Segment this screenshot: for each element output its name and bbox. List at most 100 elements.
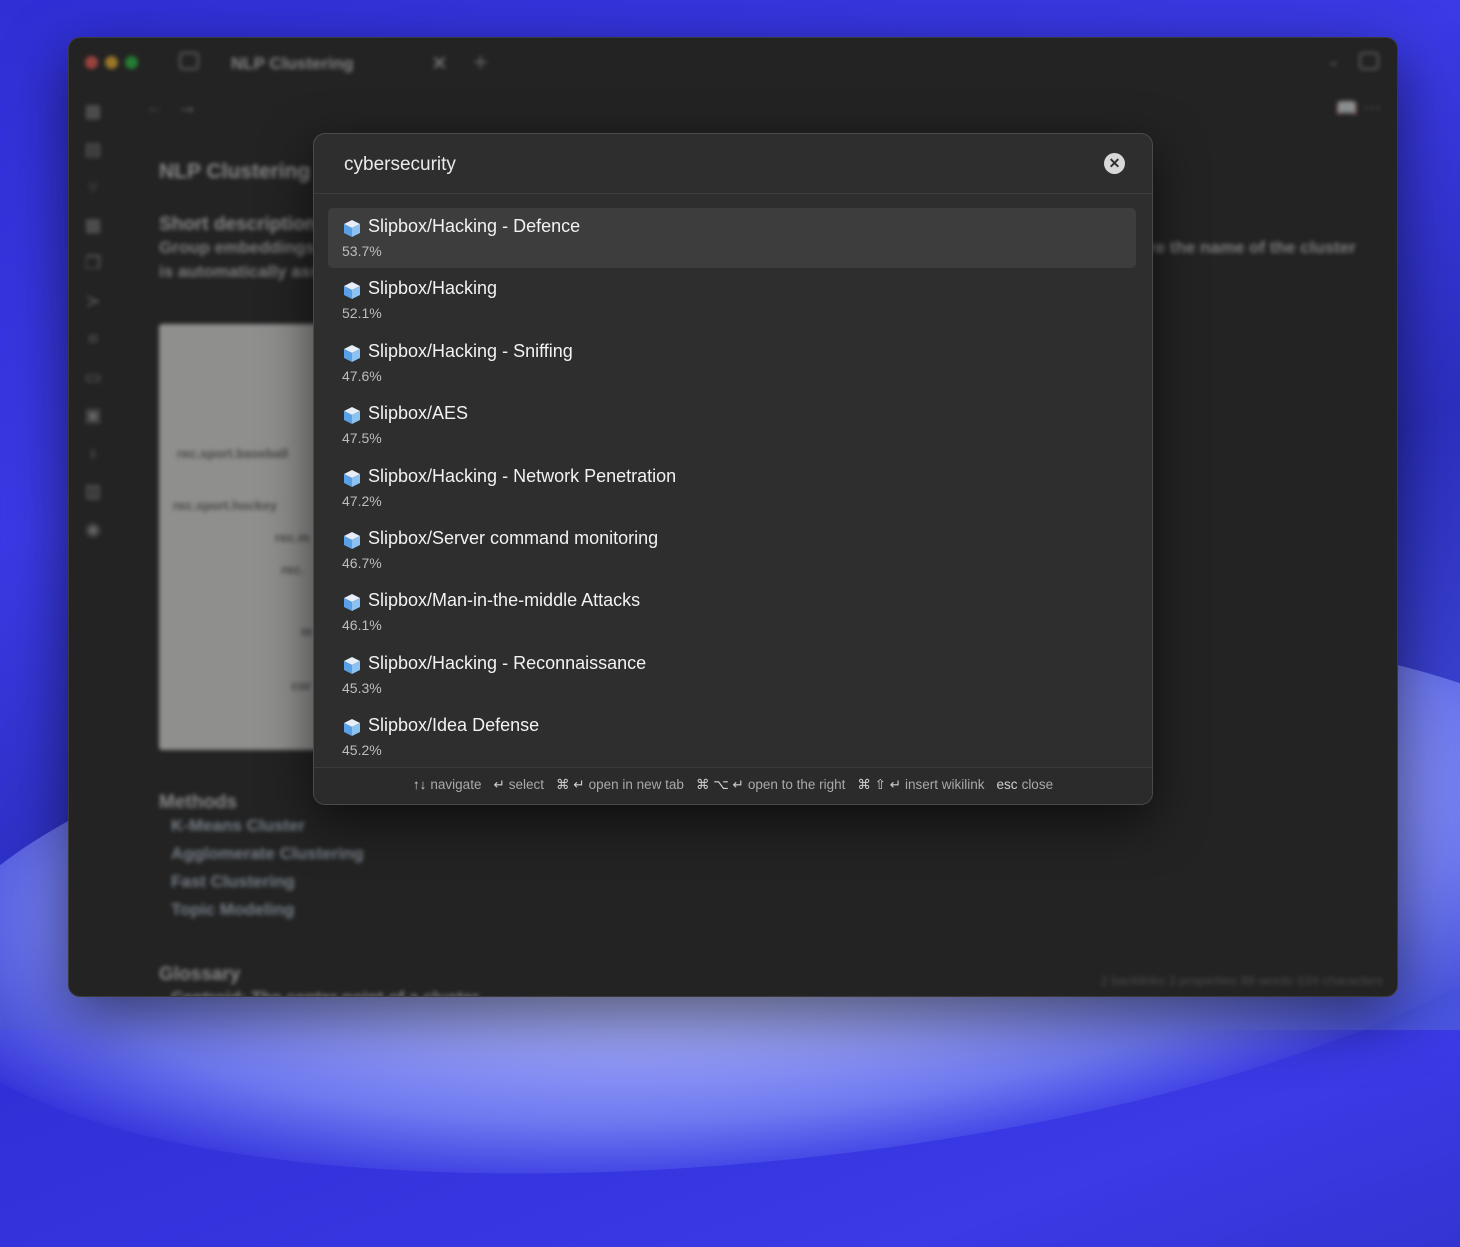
hint-keys: ⌘ ⇧ ↵: [857, 777, 902, 792]
graph-icon[interactable]: ⑂: [83, 178, 103, 196]
cube-icon: [344, 344, 360, 362]
result-score: 47.6%: [342, 367, 382, 384]
close-circle-icon[interactable]: ✕: [1104, 153, 1125, 174]
reading-view-icon[interactable]: 📖 ⋯: [1336, 98, 1381, 119]
methods-link[interactable]: Agglomerate Clustering: [171, 844, 364, 864]
status-bar: 2 backlinks 3 properties 88 words 634 ch…: [1100, 973, 1383, 988]
cube-icon: [344, 719, 360, 737]
plot-label: m: [301, 624, 313, 639]
search-bar: ✕: [314, 134, 1152, 194]
search-result-item[interactable]: Slipbox/Idea Defense 45.2%: [328, 707, 1136, 767]
tab-close-icon[interactable]: ✕: [431, 51, 448, 76]
chevron-down-icon[interactable]: ⌄: [1326, 50, 1341, 71]
search-result-item[interactable]: Slipbox/AES 47.5%: [328, 395, 1136, 455]
title-bar: NLP Clustering ✕ + ⌄: [69, 38, 1397, 88]
close-window-button[interactable]: [85, 56, 98, 69]
microphone-icon[interactable]: ♁: [83, 444, 103, 462]
keyboard-hint: ⌘ ⌥ ↵ open to the right: [696, 777, 845, 793]
result-title: Slipbox/AES: [368, 403, 469, 424]
result-score: 52.1%: [342, 305, 382, 322]
plot-label: rec.m: [275, 530, 310, 545]
cube-icon: [344, 220, 360, 237]
heading-methods: Methods: [159, 792, 238, 813]
hint-label: close: [1021, 777, 1054, 792]
result-score: 47.2%: [342, 492, 382, 509]
search-result-item[interactable]: Slipbox/Hacking - Reconnaissance 45.3%: [328, 645, 1136, 705]
search-result-item[interactable]: Slipbox/Hacking - Defence 53.7%: [328, 208, 1136, 268]
search-result-item[interactable]: Slipbox/Server command monitoring 46.7%: [328, 520, 1136, 580]
heading-glossary: Glossary: [159, 964, 241, 985]
calendar-icon[interactable]: ▭: [83, 368, 103, 386]
keyboard-hint: ↵ select: [493, 777, 544, 793]
search-result-item[interactable]: Slipbox/Man-in-the-middle Attacks 46.1%: [328, 582, 1136, 642]
keyboard-hint: ⌘ ⇧ ↵ insert wikilink: [857, 777, 984, 793]
plot-label: cor: [291, 678, 312, 693]
result-title: Slipbox/Server command monitoring: [368, 527, 659, 548]
methods-link[interactable]: Fast Clustering: [171, 872, 295, 892]
copy-icon[interactable]: ❐: [83, 254, 103, 272]
result-score: 45.2%: [342, 742, 382, 759]
plot-label: rec.sport.hockey: [173, 498, 278, 513]
hint-label: insert wikilink: [905, 777, 985, 792]
plot-label: rec.sport.baseball: [177, 446, 289, 461]
result-score: 45.3%: [342, 679, 382, 696]
result-score: 47.5%: [342, 430, 382, 447]
hint-keys: ↵: [493, 777, 505, 792]
layout-icon[interactable]: ▥: [83, 482, 103, 500]
template-icon[interactable]: ⌗: [83, 330, 103, 348]
zoom-window-button[interactable]: [125, 56, 138, 69]
switcher-icon[interactable]: ▦: [83, 102, 103, 120]
hint-keys: ⌘ ⌥ ↵: [695, 777, 744, 792]
forward-arrow-icon[interactable]: →: [177, 96, 197, 119]
results-list: Slipbox/Hacking - Defence 53.7% Slipbox/Ha…: [328, 208, 1136, 770]
result-score: 46.1%: [342, 617, 382, 634]
back-arrow-icon[interactable]: ←: [145, 96, 165, 119]
search-result-item[interactable]: Slipbox/Hacking - Network Penetration 47.…: [328, 458, 1136, 518]
methods-link[interactable]: Topic Modeling: [171, 900, 294, 920]
left-ribbon: ▦ ▤ ⑂ ▦ ❐ ≻ ⌗ ▭ ▣ ♁ ▥ ◉: [69, 88, 117, 548]
keyboard-hint: ↑↓ navigate: [413, 777, 482, 792]
keyboard-hint: esc close: [997, 777, 1054, 792]
hint-label: open to the right: [747, 777, 846, 792]
cube-icon: [344, 282, 360, 300]
new-tab-icon[interactable]: +: [473, 47, 488, 78]
file-icon[interactable]: ▤: [83, 140, 103, 158]
paragraph-line-2: is automatically assi: [159, 262, 325, 281]
canvas-icon[interactable]: ▦: [83, 216, 103, 234]
sidebar-toggle-icon[interactable]: [179, 52, 199, 70]
plot-label: rec.: [281, 562, 305, 577]
note-title: NLP Clustering: [159, 160, 311, 183]
search-result-item[interactable]: Slipbox/Hacking - Sniffing 47.6%: [328, 333, 1136, 393]
paragraph-line-1-right: re the name of the cluster: [1149, 238, 1356, 257]
cube-icon: [344, 531, 360, 549]
paragraph-line-1: Group embeddings: [159, 238, 315, 257]
hint-keys: ⌘ ↵: [556, 777, 585, 792]
tab-title[interactable]: NLP Clustering: [231, 54, 353, 74]
hint-label: navigate: [430, 777, 482, 792]
methods-link[interactable]: K-Means Cluster: [171, 816, 305, 836]
hint-keys: esc: [996, 777, 1018, 792]
cube-icon: [344, 656, 360, 674]
result-title: Slipbox/Hacking - Defence: [368, 216, 581, 236]
search-result-item[interactable]: Slipbox/Hacking 52.1%: [328, 270, 1136, 330]
minimize-window-button[interactable]: [105, 56, 118, 69]
result-title: Slipbox/Hacking - Network Penetration: [368, 465, 677, 486]
result-score: 53.7%: [342, 243, 382, 259]
help-icon[interactable]: ◉: [83, 520, 103, 538]
heading-short-description: Short description: [159, 214, 317, 235]
cube-icon: [344, 407, 360, 425]
keyboard-hint: ⌘ ↵ open in new tab: [556, 777, 684, 793]
result-title: Slipbox/Hacking - Sniffing: [368, 340, 573, 361]
image-icon[interactable]: ▣: [83, 406, 103, 424]
cube-icon: [344, 594, 360, 612]
footer-hints: ↑↓ navigate ↵ select ⌘ ↵ open in new tab ⌘ ⌥ ↵…: [314, 767, 1152, 804]
hint-label: open in new tab: [588, 777, 684, 792]
right-sidebar-toggle-icon[interactable]: [1359, 52, 1379, 70]
hint-label: select: [508, 777, 545, 792]
terminal-icon[interactable]: ≻: [83, 292, 103, 310]
result-title: Slipbox/Man-in-the-middle Attacks: [368, 590, 641, 611]
semantic-search-modal: ✕ Slipbox/Hacking - Defence53.7%Slipbox/…: [313, 133, 1153, 805]
result-title: Slipbox/Hacking: [368, 278, 498, 299]
search-input[interactable]: [342, 149, 1066, 181]
glossary-item: Centroid: The center point of a cluster: [171, 988, 479, 996]
